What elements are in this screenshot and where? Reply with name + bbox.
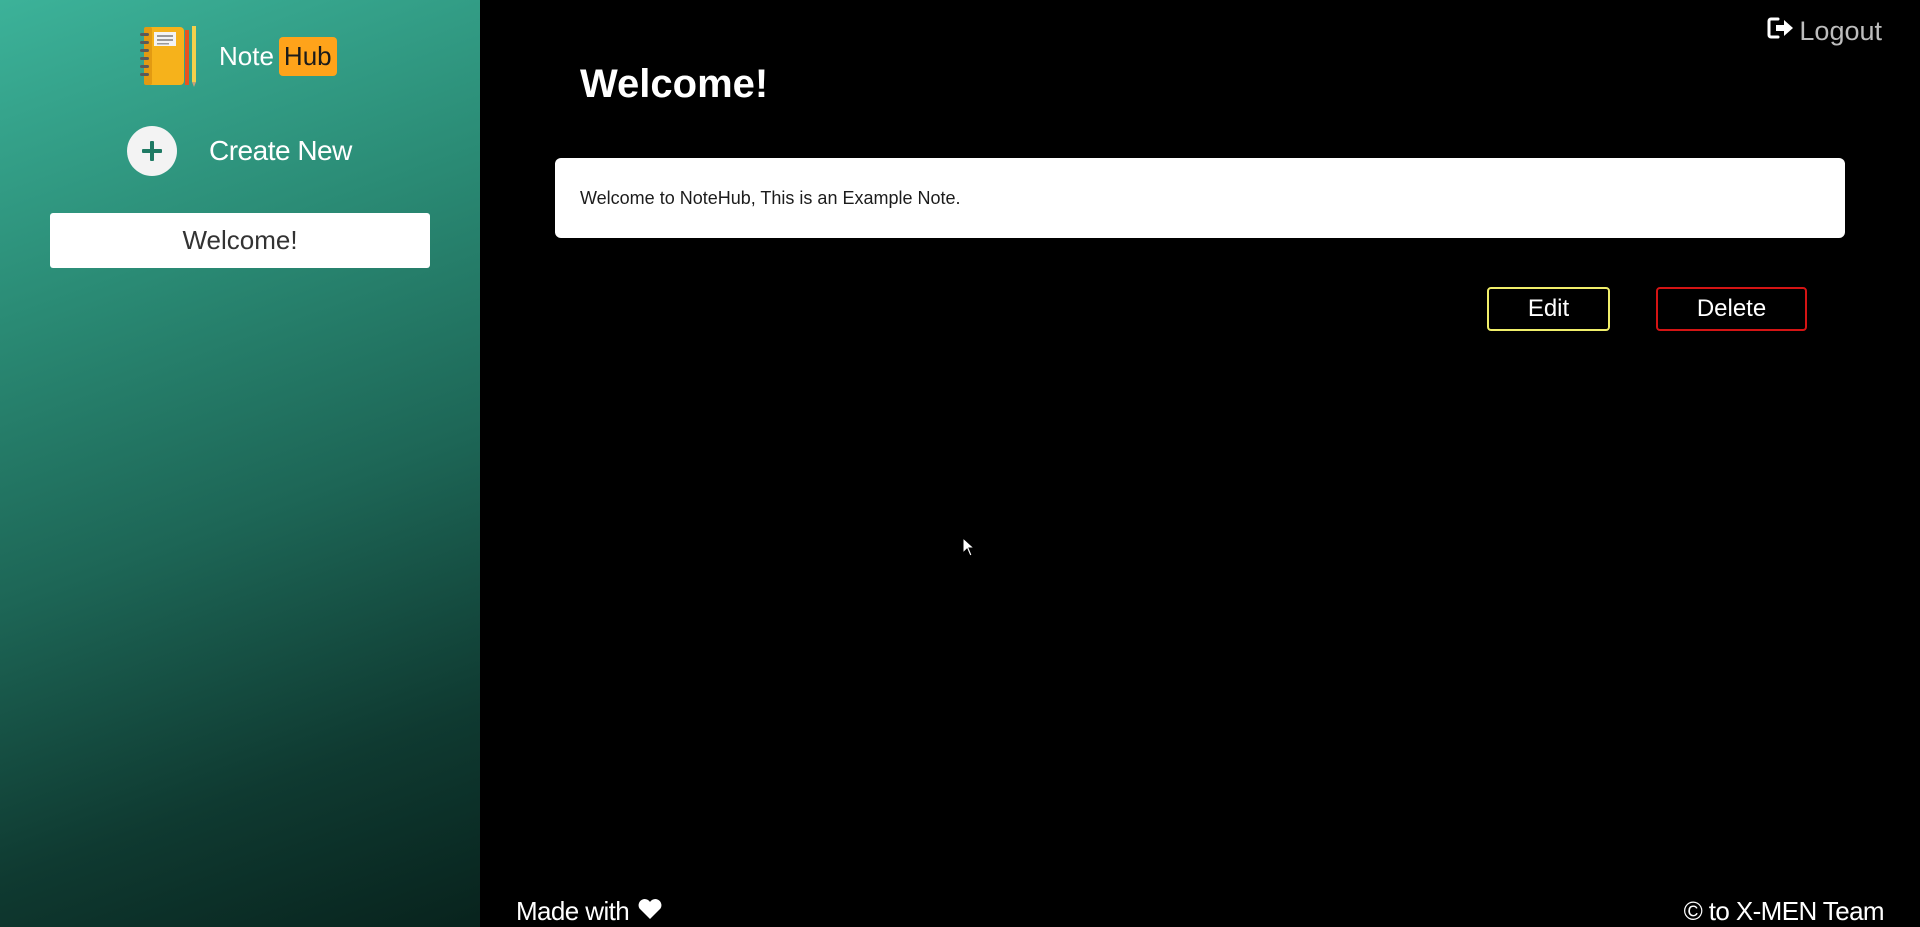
brand-name-hub: Hub (278, 36, 337, 76)
logout-label[interactable]: Logout (1799, 16, 1882, 47)
create-new-button[interactable]: Create New (127, 126, 352, 176)
sidebar: Note Hub Create New Welcome! (0, 0, 480, 927)
logout-icon (1767, 16, 1795, 47)
note-body: Welcome to NoteHub, This is an Example N… (555, 158, 1845, 238)
mouse-cursor-icon (962, 536, 976, 557)
edit-button[interactable]: Edit (1487, 287, 1610, 331)
brand-name-note: Note (219, 40, 274, 71)
note-body-text: Welcome to NoteHub, This is an Example N… (580, 187, 961, 208)
logout-button[interactable]: Logout (1767, 16, 1882, 47)
heart-icon (637, 896, 663, 927)
delete-button[interactable]: Delete (1656, 287, 1807, 331)
footer-credit: © to X-MEN Team (1683, 896, 1885, 926)
brand[interactable]: Note Hub (138, 24, 337, 88)
made-with-label: Made with (516, 896, 630, 926)
note-title: Welcome! (580, 62, 769, 106)
notebook-icon (138, 24, 202, 88)
create-new-label[interactable]: Create New (209, 135, 352, 167)
plus-icon[interactable] (127, 126, 177, 176)
sidebar-note-item[interactable]: Welcome! (50, 213, 430, 268)
brand-name: Note Hub (219, 36, 337, 76)
app-root: Note Hub Create New Welcome! Logout Welc… (0, 0, 1920, 927)
footer-made-with: Made with (516, 896, 663, 927)
